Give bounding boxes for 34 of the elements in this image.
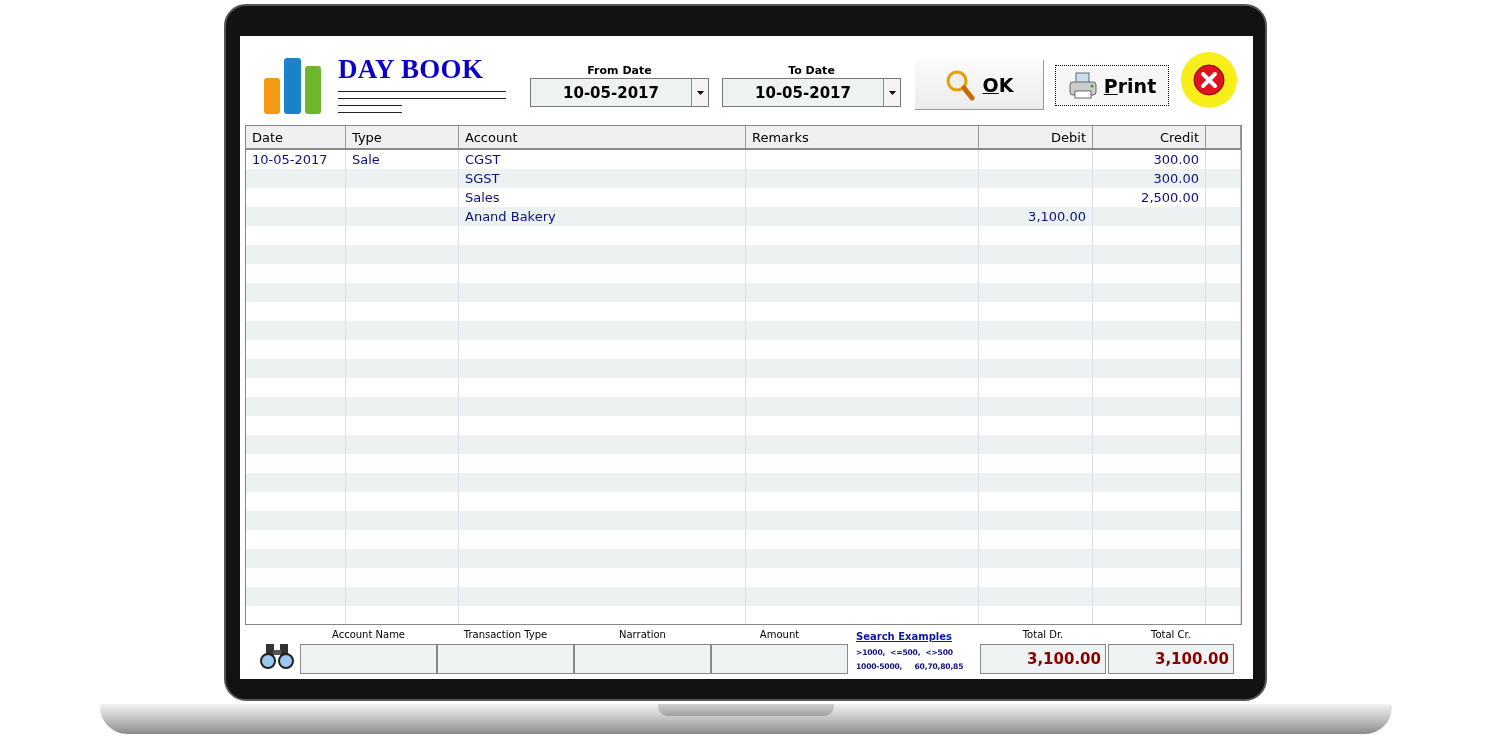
search-input[interactable] — [711, 644, 848, 674]
ok-button[interactable]: OK — [915, 60, 1044, 110]
caret-icon — [888, 90, 896, 95]
caret-icon — [696, 90, 704, 95]
search-input[interactable] — [300, 644, 437, 674]
field-label: Narration — [619, 629, 666, 641]
field-label: Transaction Type — [463, 629, 548, 641]
field-label: Account Name — [331, 629, 406, 641]
binoculars-icon — [260, 642, 294, 670]
close-button[interactable] — [1181, 52, 1237, 108]
search-input[interactable] — [437, 644, 574, 674]
column-header[interactable]: Account — [459, 126, 746, 148]
total-value: 3,100.00 — [1108, 644, 1234, 674]
date-label: To Date — [788, 64, 835, 78]
total-label: Total Dr. — [1022, 629, 1064, 641]
close-icon — [1192, 63, 1226, 97]
page-title: DAY BOOK — [338, 54, 485, 84]
date-dropdown[interactable]: 10-05-2017 — [722, 78, 901, 107]
column-header[interactable]: Debit — [979, 126, 1093, 148]
field-label: Amount — [759, 629, 800, 641]
search-input[interactable] — [574, 644, 711, 674]
magnifier-icon — [944, 68, 975, 101]
column-header[interactable]: Remarks — [746, 126, 979, 148]
date-label: From Date — [587, 64, 652, 78]
column-header[interactable]: Credit — [1093, 126, 1206, 148]
bar-chart-icon — [262, 56, 324, 116]
column-header[interactable]: Date — [246, 126, 346, 148]
column-header[interactable]: Type — [346, 126, 459, 148]
date-dropdown[interactable]: 10-05-2017 — [530, 78, 709, 107]
print-button[interactable]: Print — [1055, 65, 1169, 106]
total-label: Total Cr. — [1151, 629, 1191, 641]
printer-icon — [1067, 71, 1098, 100]
search-examples-link[interactable]: Search Examples — [856, 630, 980, 643]
total-value: 3,100.00 — [980, 644, 1106, 674]
